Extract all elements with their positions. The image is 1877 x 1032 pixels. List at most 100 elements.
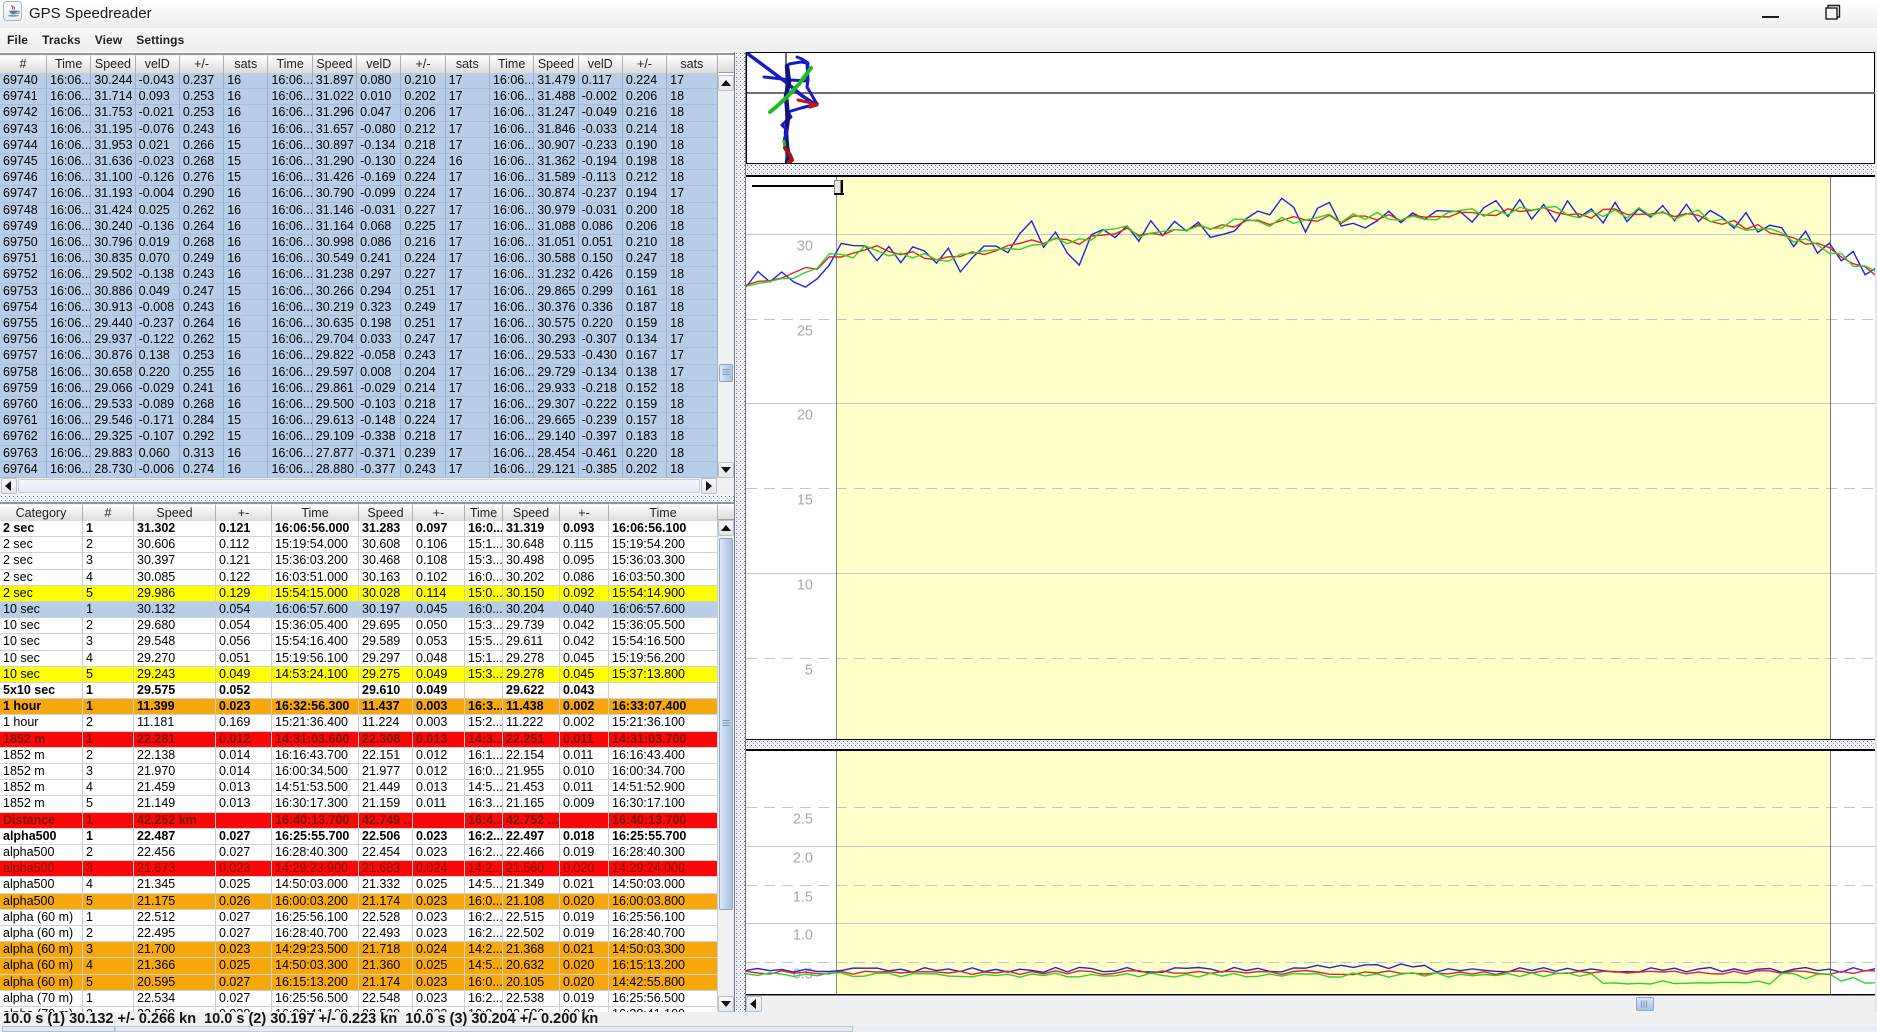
column-header[interactable]: Time [490,55,534,74]
table-row[interactable]: alpha500521.1750.02616:00:03.20021.1740.… [0,894,718,910]
table-row[interactable]: 6974616:06...31.100-0.1260.2761516:06...… [0,170,718,186]
right-split-divider-1[interactable] [746,164,1877,177]
speed-chart-panel[interactable]: 30252015105 [746,177,1877,740]
table-row[interactable]: 2 sec230.6060.11215:19:54.00030.6080.106… [0,537,718,553]
slider-left-segment[interactable] [2,1026,115,1032]
slider-thumb[interactable] [115,1026,853,1032]
column-header[interactable]: # [83,504,134,522]
table-row[interactable]: 6975516:06...29.440-0.2370.2641616:06...… [0,316,718,332]
table-row[interactable]: 1852 m421.4590.01314:51:53.50021.4490.01… [0,780,718,796]
minimize-button[interactable] [1755,0,1785,26]
table-row[interactable]: 6975816:06...30.6580.2200.2551616:06...2… [0,365,718,381]
table-row[interactable]: 6975216:06...29.502-0.1380.2431616:06...… [0,267,718,283]
table-row[interactable]: 1 hour111.3990.02316:32:56.30011.4370.00… [0,699,718,715]
menu-settings[interactable]: Settings [136,33,184,47]
column-header[interactable]: Speed [534,55,578,74]
table-row[interactable]: alpha (60 m)321.7000.02314:29:23.50021.7… [0,942,718,958]
results-table-vscrollbar[interactable] [718,520,734,1012]
table-row[interactable]: 6975116:06...30.8350.0700.2491616:06...3… [0,251,718,267]
error-chart-panel[interactable]: 2.52.01.51.00.5 [746,751,1877,995]
scroll-right-button[interactable] [701,478,717,494]
table-row[interactable]: 2 sec529.9860.12915:54:15.00030.0280.114… [0,586,718,602]
column-header[interactable]: +/- [623,55,667,74]
table-row[interactable]: 1 hour211.1810.16915:21:36.40011.2240.00… [0,715,718,731]
table-row[interactable]: 10 sec130.1320.05416:06:57.60030.1970.04… [0,602,718,618]
table-row[interactable]: 6974716:06...31.193-0.0040.2901616:06...… [0,186,718,202]
column-header[interactable]: +- [413,504,465,522]
scroll-left-button[interactable] [746,996,762,1012]
column-header[interactable]: Time [47,55,91,74]
column-header[interactable]: Speed [313,55,357,74]
table-row[interactable]: 1852 m222.1380.01416:16:43.70022.1510.01… [0,748,718,764]
main-split-divider[interactable] [734,52,746,1012]
column-header[interactable]: velD [357,55,401,74]
right-split-divider-2[interactable] [746,740,1877,751]
scroll-down-button[interactable] [718,462,734,478]
column-header[interactable]: +- [560,504,609,522]
column-header[interactable]: +- [216,504,272,522]
table-row[interactable]: 6975016:06...30.7960.0190.2681616:06...3… [0,235,718,251]
table-row[interactable]: 6975316:06...30.8860.0490.2471516:06...3… [0,284,718,300]
column-header[interactable]: Time [609,504,718,522]
table-row[interactable]: 6976016:06...29.533-0.0890.2681616:06...… [0,397,718,413]
column-header[interactable]: sats [667,55,717,74]
menu-tracks[interactable]: Tracks [42,33,81,47]
table-row[interactable]: 6974516:06...31.636-0.0230.2681516:06...… [0,154,718,170]
table-row[interactable]: 6976216:06...29.325-0.1070.2921516:06...… [0,429,718,445]
table-row[interactable]: 2 sec430.0850.12216:03:51.00030.1630.102… [0,570,718,586]
scrollbar-thumb[interactable] [18,479,700,493]
scroll-up-button[interactable] [718,75,734,91]
column-header[interactable]: sats [446,55,490,74]
table-row[interactable]: alpha500222.4560.02716:28:40.30022.4540.… [0,845,718,861]
table-row[interactable]: 2 sec330.3970.12115:36:03.20030.4680.108… [0,553,718,569]
column-header[interactable]: velD [579,55,623,74]
column-header[interactable]: Time [268,55,312,74]
track-map-panel[interactable] [746,52,1875,164]
menu-file[interactable]: File [7,33,28,47]
table-row[interactable]: 6974116:06...31.7140.0930.2531616:06...3… [0,89,718,105]
table-row[interactable]: alpha (60 m)520.5950.02716:15:13.20021.1… [0,975,718,991]
scrollbar-thumb[interactable] [719,364,733,382]
points-table-vscrollbar[interactable] [718,75,734,478]
table-row[interactable]: alpha (60 m)421.3660.02514:50:03.30021.3… [0,958,718,974]
tables-split-divider[interactable] [0,495,734,502]
column-header[interactable]: Speed [503,504,560,522]
table-row[interactable]: 6975716:06...30.8760.1380.2531616:06...2… [0,348,718,364]
chart-hscrollbar[interactable] [746,995,1877,1012]
scrollbar-thumb[interactable] [719,538,733,910]
scroll-left-button[interactable] [1,478,17,494]
table-row[interactable]: 6974816:06...31.4240.0250.2621616:06...3… [0,203,718,219]
table-row[interactable]: 6974216:06...31.753-0.0210.2531616:06...… [0,105,718,121]
table-row[interactable]: alpha500321.6730.02314:29:23.90021.6830.… [0,861,718,877]
table-row[interactable]: alpha (60 m)122.5120.02716:25:56.10022.5… [0,910,718,926]
scroll-down-button[interactable] [718,996,734,1012]
menu-view[interactable]: View [95,33,123,47]
table-row[interactable]: alpha (70 m)122.5340.02716:25:56.50022.5… [0,991,718,1007]
column-header[interactable]: Time [272,504,359,522]
points-table[interactable]: #TimeSpeedvelD+/-satsTimeSpeedvelD+/-sat… [0,53,718,479]
results-table[interactable]: Category#Speed+-TimeSpeed+-TimeSpeed+-Ti… [0,502,718,1012]
table-row[interactable]: 6975416:06...30.913-0.0080.2431616:06...… [0,300,718,316]
column-header[interactable]: # [0,55,47,74]
points-table-hscrollbar[interactable] [0,478,718,495]
column-header[interactable]: Category [0,504,83,522]
table-row[interactable]: 6975916:06...29.066-0.0290.2411616:06...… [0,381,718,397]
table-row[interactable]: 1852 m321.9700.01416:00:34.50021.9770.01… [0,764,718,780]
table-row[interactable]: alpha500421.3450.02514:50:03.00021.3320.… [0,877,718,893]
restore-button[interactable] [1815,0,1845,26]
column-header[interactable]: +/- [401,55,445,74]
table-row[interactable]: 6974416:06...31.9530.0210.2661516:06...3… [0,138,718,154]
scroll-up-button[interactable] [718,520,734,536]
table-row[interactable]: 10 sec229.6800.05415:36:05.40029.6950.05… [0,618,718,634]
table-row[interactable]: 6976116:06...29.546-0.1710.2841516:06...… [0,413,718,429]
table-row[interactable]: 10 sec529.2430.04914:53:24.10029.2750.04… [0,667,718,683]
column-header[interactable]: Speed [134,504,216,522]
table-row[interactable]: 6974316:06...31.195-0.0760.2431616:06...… [0,122,718,138]
scrollbar-thumb[interactable] [1636,997,1654,1011]
table-row[interactable]: 6974016:06...30.244-0.0430.2371616:06...… [0,73,718,89]
table-row[interactable]: 6976416:06...28.730-0.0060.2741616:06...… [0,462,718,478]
column-header[interactable]: sats [224,55,268,74]
table-row[interactable]: alpha (60 m)222.4950.02716:28:40.70022.4… [0,926,718,942]
column-header[interactable]: velD [136,55,180,74]
bottom-slider-strip[interactable] [0,1026,1877,1032]
